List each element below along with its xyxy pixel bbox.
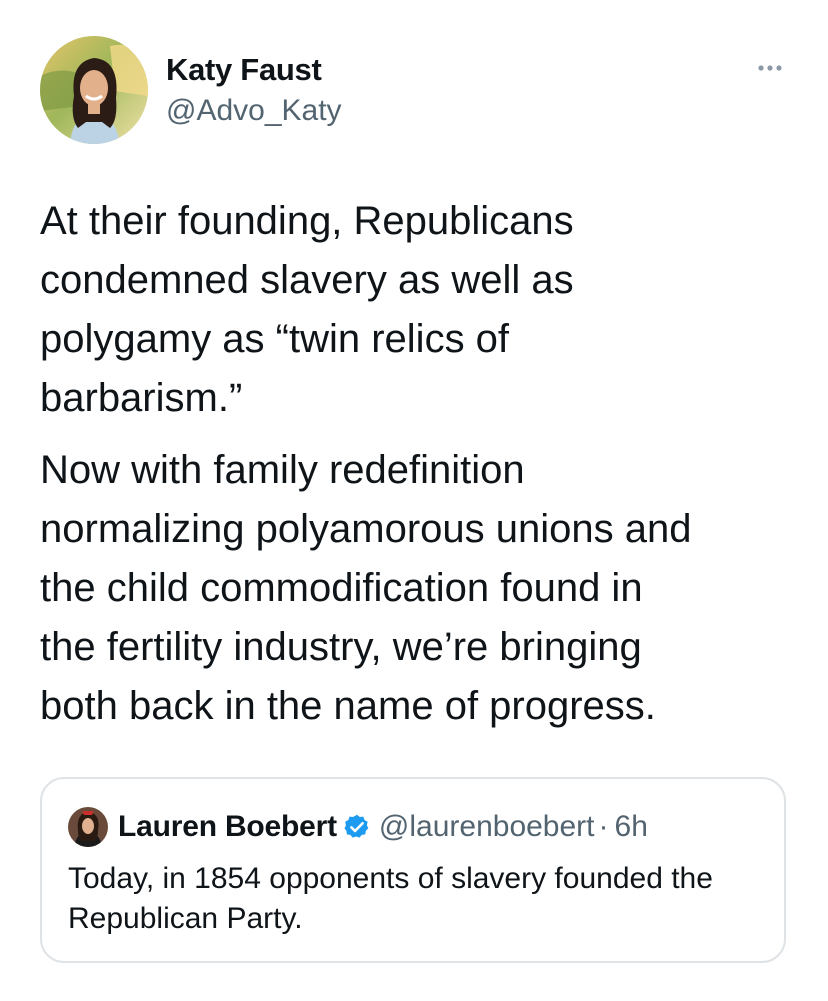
timestamp-separator: · [598, 810, 609, 843]
quoted-tweet-card[interactable]: Lauren Boebert @laurenboebert · 6h Today… [40, 777, 786, 963]
tweet-paragraph: Now with family redefinition normalizing… [40, 448, 692, 728]
verified-badge-icon [344, 814, 369, 838]
quoted-author-avatar[interactable] [68, 807, 108, 847]
tweet: Katy Faust @Advo_Katy At their founding,… [0, 0, 828, 1001]
author-name[interactable]: Katy Faust [166, 52, 322, 88]
author-avatar-image [40, 36, 148, 144]
more-horizontal-icon[interactable] [752, 56, 788, 80]
quoted-author-name[interactable]: Lauren Boebert [118, 810, 337, 844]
author-avatar[interactable] [40, 36, 148, 144]
quoted-tweet-text: Today, in 1854 opponents of slavery foun… [68, 862, 713, 935]
author-handle[interactable]: @Advo_Katy [166, 94, 342, 128]
quoted-tweet-timestamp[interactable]: 6h [615, 810, 648, 844]
tweet-paragraph: At their founding, Republicans condemned… [40, 199, 574, 420]
quoted-tweet-header: Lauren Boebert @laurenboebert · 6h [68, 807, 648, 847]
tweet-text: At their founding, Republicans condemned… [40, 192, 800, 749]
quoted-author-handle[interactable]: @laurenboebert [379, 810, 595, 844]
